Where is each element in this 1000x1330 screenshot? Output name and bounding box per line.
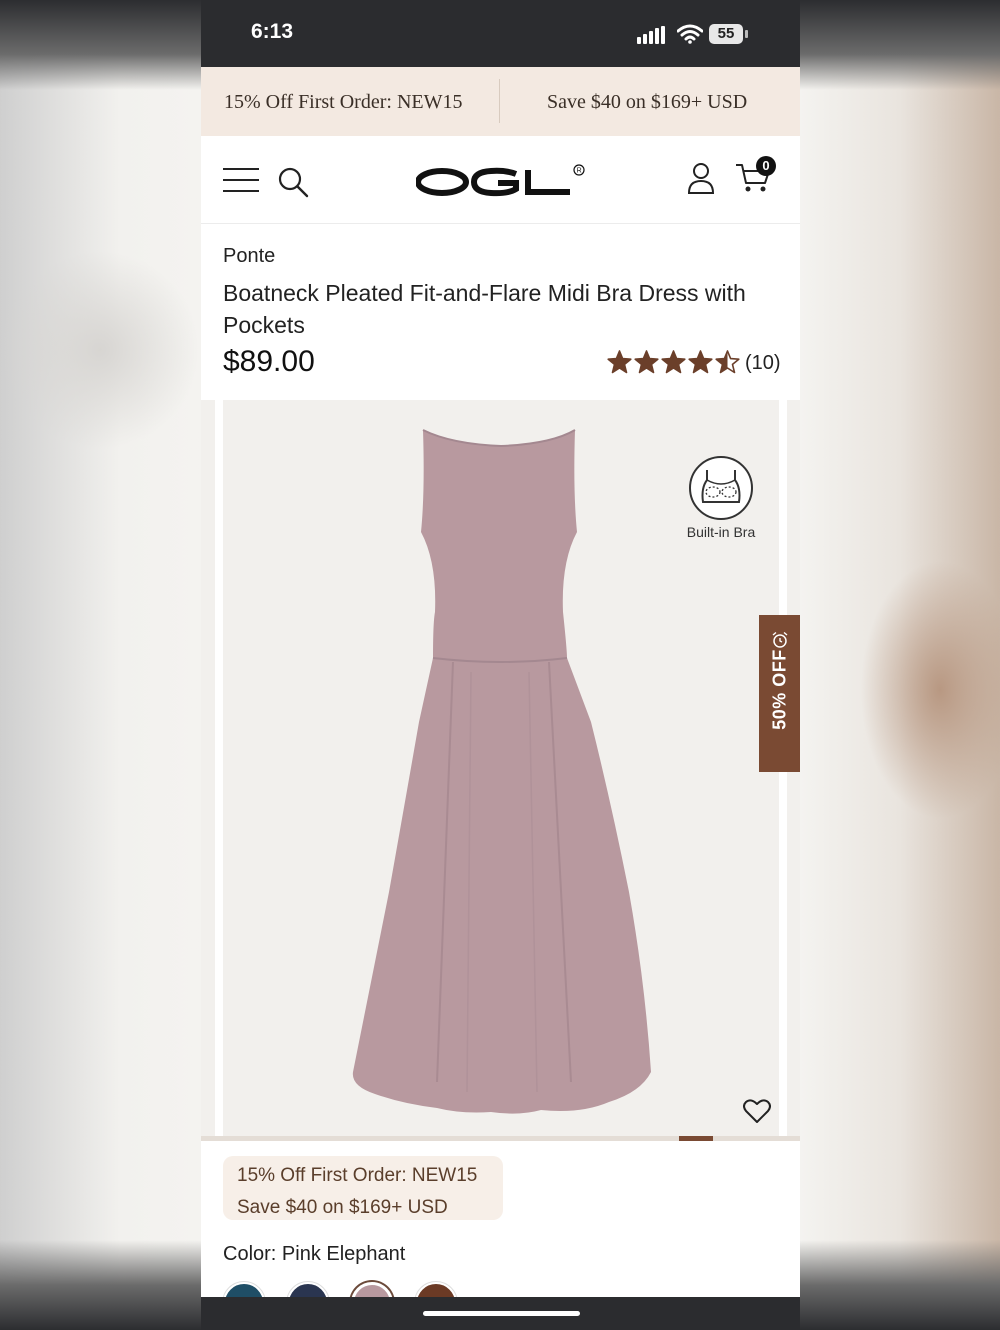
account-icon[interactable] [687, 162, 715, 194]
background-blur-right [860, 560, 1000, 820]
hamburger-menu-icon[interactable] [223, 168, 259, 192]
svg-text:R: R [577, 168, 582, 175]
sale-tab[interactable]: 50% OFF [759, 615, 800, 772]
product-image-gallery[interactable]: Built-in Bra 50% OFF [201, 400, 800, 1136]
promo-chip: 15% Off First Order: NEW15 Save $40 on $… [223, 1156, 503, 1220]
phone-screen: 6:13 55 15% Off First Order: NEW15 Save … [201, 0, 800, 1330]
built-in-bra-label: Built-in Bra [686, 524, 756, 540]
star-icon [688, 350, 713, 374]
product-price: $89.00 [223, 345, 315, 378]
search-icon[interactable] [277, 166, 309, 198]
status-time: 6:13 [251, 20, 294, 43]
star-icon [661, 350, 686, 374]
promo-divider [499, 79, 500, 123]
star-icon [715, 350, 740, 374]
promo-chip-line1: 15% Off First Order: NEW15 [237, 1165, 478, 1186]
rating-stars[interactable] [607, 350, 740, 374]
gallery-edge-left [215, 400, 223, 1136]
site-header: R 0 [201, 136, 800, 224]
color-label: Color: Pink Elephant [223, 1243, 406, 1265]
promo-save-offer[interactable]: Save $40 on $169+ USD [547, 91, 747, 114]
cart-count-badge[interactable]: 0 [756, 156, 776, 176]
promo-bar[interactable]: 15% Off First Order: NEW15 Save $40 on $… [201, 67, 800, 136]
sale-tab-label: 50% OFF [769, 649, 790, 730]
background-blur-left [0, 250, 200, 450]
ogl-logo[interactable]: R [416, 162, 586, 202]
promo-chip-line2: Save $40 on $169+ USD [237, 1197, 448, 1218]
battery-icon: 55 [709, 24, 743, 44]
star-icon [607, 350, 632, 374]
status-bar: 6:13 55 [201, 0, 800, 67]
gallery-progress-indicator [679, 1136, 713, 1141]
product-collection[interactable]: Ponte [223, 245, 275, 268]
wishlist-heart-icon[interactable] [743, 1098, 771, 1124]
signal-icon [637, 26, 667, 44]
gallery-progress-track [201, 1136, 800, 1141]
dress-image[interactable] [341, 422, 661, 1122]
promo-first-order[interactable]: 15% Off First Order: NEW15 [224, 91, 462, 114]
home-indicator[interactable] [423, 1311, 580, 1316]
wifi-icon [677, 24, 703, 44]
home-bar-area [201, 1297, 800, 1330]
star-icon [634, 350, 659, 374]
built-in-bra-badge: Built-in Bra [681, 456, 761, 556]
bra-icon [689, 456, 753, 520]
battery-cap [745, 30, 748, 38]
review-count[interactable]: (10) [745, 352, 781, 375]
product-title: Boatneck Pleated Fit-and-Flare Midi Bra … [223, 280, 746, 338]
product-info: Ponte Boatneck Pleated Fit-and-Flare Mid… [201, 224, 800, 400]
